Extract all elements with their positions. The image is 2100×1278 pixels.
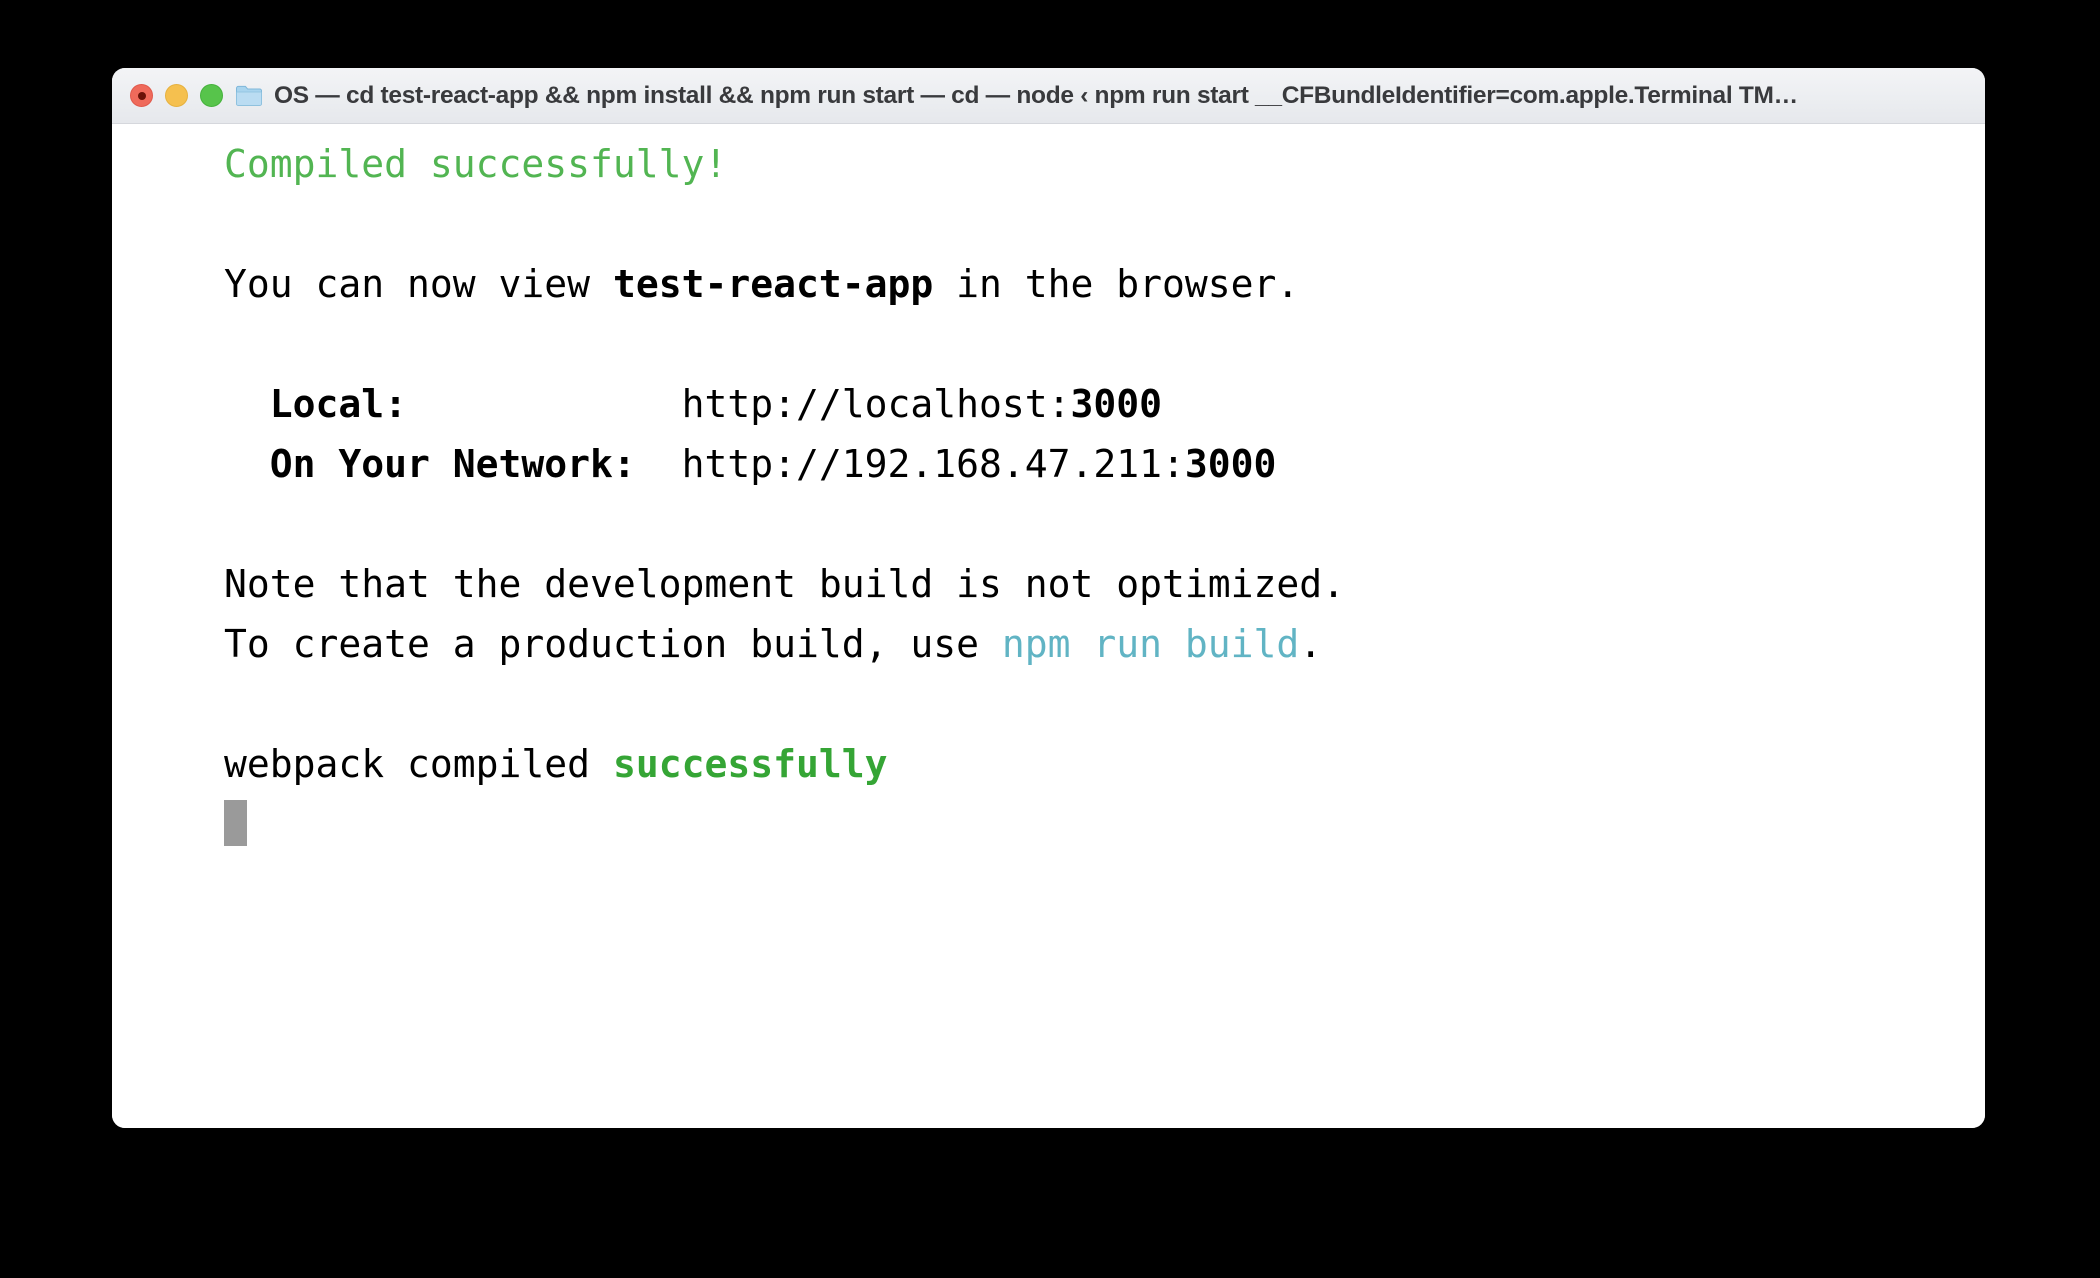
- line-production-build-hint: To create a production build, use npm ru…: [112, 614, 1985, 674]
- note-text: Note that the development build is not o…: [224, 562, 1345, 606]
- webpack-prefix-text: webpack compiled: [224, 742, 613, 786]
- webpack-status-text: successfully: [613, 742, 888, 786]
- cursor-line: [112, 794, 1985, 854]
- view-prefix-text: You can now view: [224, 262, 613, 306]
- window-title: OS — cd test-react-app && npm install &&…: [274, 68, 1971, 124]
- blank-line: [112, 494, 1985, 554]
- blank-line: [112, 314, 1985, 374]
- minimize-window-button[interactable]: [165, 84, 188, 107]
- maximize-window-button[interactable]: [200, 84, 223, 107]
- close-window-button[interactable]: [130, 84, 153, 107]
- window-controls: [130, 84, 223, 107]
- window-title-bar[interactable]: OS — cd test-react-app && npm install &&…: [112, 68, 1985, 124]
- terminal-window: OS — cd test-react-app && npm install &&…: [112, 68, 1985, 1128]
- blank-line: [112, 674, 1985, 734]
- line-network-address: On Your Network: http://192.168.47.211:3…: [112, 434, 1985, 494]
- blank-line: [112, 194, 1985, 254]
- network-label: On Your Network:: [224, 442, 636, 486]
- line-local-address: Local: http://localhost:3000: [112, 374, 1985, 434]
- network-port-text[interactable]: 3000: [1185, 442, 1277, 486]
- line-note-not-optimized: Note that the development build is not o…: [112, 554, 1985, 614]
- terminal-output-area[interactable]: Compiled successfully! You can now view …: [112, 124, 1985, 1128]
- blank-text: [224, 682, 247, 726]
- blank-text: [224, 502, 247, 546]
- line-view-app: You can now view test-react-app in the b…: [112, 254, 1985, 314]
- production-suffix-text: .: [1299, 622, 1322, 666]
- local-spacer: [407, 382, 682, 426]
- network-spacer: [636, 442, 682, 486]
- local-label: Local:: [224, 382, 407, 426]
- blank-text: [224, 202, 247, 246]
- blank-text: [224, 322, 247, 366]
- local-port-text[interactable]: 3000: [1071, 382, 1163, 426]
- folder-icon: [235, 84, 263, 108]
- view-suffix-text: in the browser.: [933, 262, 1299, 306]
- production-prefix-text: To create a production build, use: [224, 622, 1002, 666]
- line-webpack-compiled: webpack compiled successfully: [112, 734, 1985, 794]
- line-compiled-successfully: Compiled successfully!: [112, 134, 1985, 194]
- compiled-successfully-text: Compiled successfully!: [224, 142, 727, 186]
- app-name-text: test-react-app: [613, 262, 933, 306]
- terminal-cursor: [224, 800, 247, 846]
- network-url-text[interactable]: http://192.168.47.211:: [682, 442, 1185, 486]
- local-url-text[interactable]: http://localhost:: [682, 382, 1071, 426]
- npm-run-build-command: npm run build: [1002, 622, 1299, 666]
- desktop-background: OS — cd test-react-app && npm install &&…: [0, 0, 2100, 1278]
